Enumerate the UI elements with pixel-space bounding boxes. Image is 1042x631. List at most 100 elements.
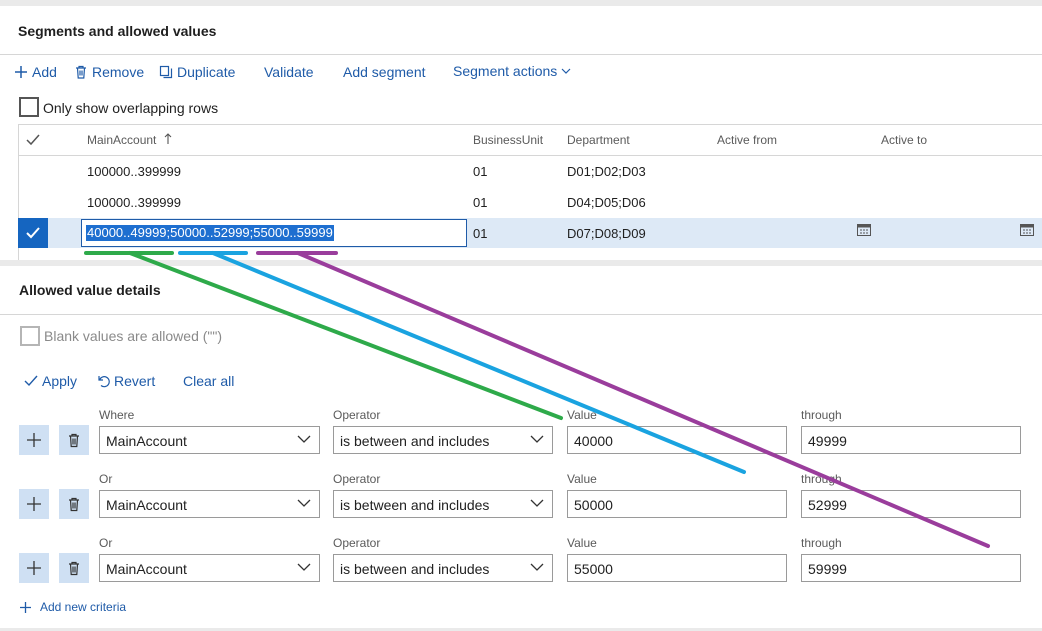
row1-mainaccount[interactable]: 100000..399999: [87, 164, 181, 179]
calendar-icon[interactable]: [857, 223, 871, 236]
value-input[interactable]: 55000: [567, 554, 787, 582]
through-input[interactable]: 52999: [801, 490, 1021, 518]
segments-title: Segments and allowed values: [18, 23, 217, 39]
grid-top-border: [18, 124, 1042, 125]
calendar-icon[interactable]: [1020, 223, 1034, 236]
add-segment-button[interactable]: Add segment: [343, 64, 426, 80]
chevron-down-icon: [561, 68, 571, 74]
where-label: Where: [99, 408, 135, 422]
value-input[interactable]: 50000: [567, 490, 787, 518]
plus-icon: [20, 601, 31, 613]
undo-icon: [98, 376, 110, 388]
blank-values-checkbox[interactable]: [20, 326, 40, 346]
row2-businessunit[interactable]: 01: [473, 195, 487, 210]
row1-department[interactable]: D01;D02;D03: [567, 164, 646, 179]
through-input[interactable]: 59999: [801, 554, 1021, 582]
grid-header-border: [18, 155, 1042, 156]
add-criteria-button[interactable]: [19, 425, 49, 455]
col-department[interactable]: Department: [567, 133, 630, 147]
remove-label: Remove: [92, 64, 145, 80]
where-label: Or: [99, 472, 113, 486]
field-select[interactable]: MainAccount: [99, 554, 320, 582]
value-input[interactable]: 40000: [567, 426, 787, 454]
operator-select[interactable]: is between and includes: [333, 554, 553, 582]
overlap-checkbox[interactable]: [19, 97, 39, 117]
plus-icon: [27, 433, 41, 447]
select-all-check-icon[interactable]: [26, 134, 40, 146]
operator-select-value: is between and includes: [340, 497, 490, 513]
duplicate-button[interactable]: Duplicate: [159, 64, 235, 80]
where-label: Or: [99, 536, 113, 550]
revert-button[interactable]: Revert: [96, 373, 155, 389]
validate-button[interactable]: Validate: [264, 64, 314, 80]
operator-select[interactable]: is between and includes: [333, 490, 553, 518]
operator-select-value: is between and includes: [340, 561, 490, 577]
operator-label: Operator: [333, 472, 381, 486]
field-select-value: MainAccount: [106, 497, 187, 513]
trash-icon: [69, 433, 79, 447]
mainaccount-edit-field[interactable]: 40000..49999;50000..52999;55000..59999: [81, 219, 467, 247]
chevron-down-icon: [297, 499, 311, 507]
operator-label: Operator: [333, 408, 381, 422]
col-businessunit[interactable]: BusinessUnit: [473, 133, 543, 147]
add-new-criteria-link[interactable]: Add new criteria: [19, 600, 126, 614]
details-panel: Allowed value details Blank values are a…: [0, 266, 1042, 628]
operator-select[interactable]: is between and includes: [333, 426, 553, 454]
blank-values-label: Blank values are allowed (""): [44, 328, 223, 344]
segments-panel: Segments and allowed values Add Remove D…: [0, 6, 1042, 260]
through-label: through: [801, 536, 842, 550]
value-label: Value: [567, 472, 597, 486]
trash-icon: [69, 497, 79, 511]
row2-mainaccount[interactable]: 100000..399999: [87, 195, 181, 210]
chevron-down-icon: [297, 435, 311, 443]
sort-ascending-icon: [164, 133, 172, 144]
through-input[interactable]: 49999: [801, 426, 1021, 454]
col-mainaccount-label: MainAccount: [87, 133, 157, 147]
chevron-down-icon: [530, 435, 544, 443]
divider: [0, 314, 1042, 315]
segment-actions-label: Segment actions: [453, 63, 558, 79]
mainaccount-edit-text: 40000..49999;50000..52999;55000..59999: [86, 225, 334, 241]
field-select[interactable]: MainAccount: [99, 426, 320, 454]
validate-label: Validate: [264, 64, 314, 80]
delete-criteria-button[interactable]: [59, 489, 89, 519]
field-select-value: MainAccount: [106, 433, 187, 449]
add-button[interactable]: Add: [14, 64, 57, 80]
col-active-to[interactable]: Active to: [881, 133, 927, 147]
col-mainaccount[interactable]: MainAccount: [87, 133, 172, 147]
checkmark-icon: [24, 375, 38, 387]
duplicate-label: Duplicate: [177, 64, 236, 80]
plus-icon: [27, 561, 41, 575]
remove-button[interactable]: Remove: [74, 64, 144, 80]
clear-all-button[interactable]: Clear all: [183, 373, 234, 389]
apply-button[interactable]: Apply: [24, 373, 77, 389]
segment-actions-menu[interactable]: Segment actions: [453, 63, 571, 79]
col-active-from[interactable]: Active from: [717, 133, 777, 147]
field-select[interactable]: MainAccount: [99, 490, 320, 518]
details-title: Allowed value details: [19, 282, 161, 298]
clear-all-label: Clear all: [183, 373, 235, 389]
trash-icon: [69, 561, 79, 575]
add-segment-label: Add segment: [343, 64, 426, 80]
row1-businessunit[interactable]: 01: [473, 164, 487, 179]
add-new-criteria-label: Add new criteria: [40, 600, 127, 614]
apply-label: Apply: [42, 373, 78, 389]
through-label: through: [801, 472, 842, 486]
divider: [0, 54, 1042, 55]
plus-icon: [27, 497, 41, 511]
row2-department[interactable]: D04;D05;D06: [567, 195, 646, 210]
value-label: Value: [567, 408, 597, 422]
value-label: Value: [567, 536, 597, 550]
add-criteria-button[interactable]: [19, 553, 49, 583]
add-criteria-button[interactable]: [19, 489, 49, 519]
plus-icon: [15, 66, 27, 78]
field-select-value: MainAccount: [106, 561, 187, 577]
delete-criteria-button[interactable]: [59, 553, 89, 583]
chevron-down-icon: [297, 563, 311, 571]
operator-label: Operator: [333, 536, 381, 550]
delete-criteria-button[interactable]: [59, 425, 89, 455]
row-select-checkbox[interactable]: [18, 218, 48, 248]
add-label: Add: [32, 64, 57, 80]
row3-businessunit[interactable]: 01: [473, 226, 487, 241]
row3-department[interactable]: D07;D08;D09: [567, 226, 646, 241]
